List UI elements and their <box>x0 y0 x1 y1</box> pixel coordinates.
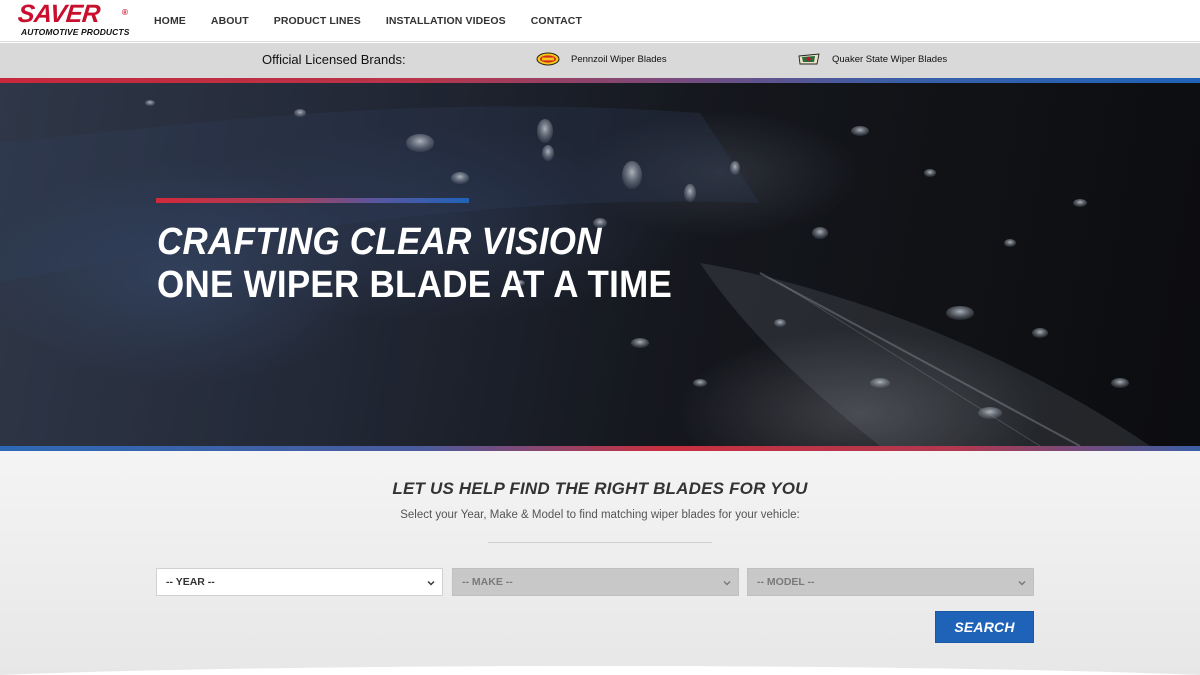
finder-title: LET US HELP FIND THE RIGHT BLADES FOR YO… <box>392 479 808 498</box>
licensed-brands-bar: Official Licensed Brands: Pennzoil Wiper… <box>0 43 1200 78</box>
search-button[interactable]: SEARCH <box>935 611 1034 643</box>
hero-headline-line2: ONE WIPER BLADE AT A TIME <box>157 264 673 306</box>
nav-product-lines[interactable]: PRODUCT LINES <box>274 15 361 27</box>
section-bottom-wave <box>0 666 1200 675</box>
finder-subtitle: Select your Year, Make & Model to find m… <box>400 509 800 521</box>
nav-contact[interactable]: CONTACT <box>531 15 582 27</box>
saver-logo[interactable]: SAVER ® AUTOMOTIVE PRODUCTS <box>16 0 130 39</box>
logo-registered-mark: ® <box>122 8 128 17</box>
chevron-down-icon <box>723 581 731 586</box>
model-select[interactable]: -- MODEL -- <box>747 568 1034 596</box>
brand-name-pennzoil: Pennzoil Wiper Blades <box>571 53 667 65</box>
brand-name-quaker-state: Quaker State Wiper Blades <box>832 53 948 65</box>
model-select-value: -- MODEL -- <box>757 576 815 588</box>
chevron-down-icon <box>427 581 435 586</box>
pennzoil-logo-icon <box>536 52 560 66</box>
blade-finder-section: LET US HELP FIND THE RIGHT BLADES FOR YO… <box>0 451 1200 675</box>
quaker-state-logo-icon <box>798 53 820 65</box>
site-header: SAVER ® AUTOMOTIVE PRODUCTS HOME ABOUT P… <box>0 0 1200 42</box>
licensed-brands-label: Official Licensed Brands: <box>262 52 406 67</box>
nav-about[interactable]: ABOUT <box>211 15 249 27</box>
nav-home[interactable]: HOME <box>154 15 186 27</box>
year-select-value: -- YEAR -- <box>166 576 215 588</box>
logo-tagline: AUTOMOTIVE PRODUCTS <box>21 27 130 37</box>
make-select-value: -- MAKE -- <box>462 576 513 588</box>
brand-link-pennzoil[interactable]: Pennzoil Wiper Blades <box>536 52 667 66</box>
brand-link-quaker-state[interactable]: Quaker State Wiper Blades <box>797 52 947 66</box>
finder-divider <box>488 542 712 543</box>
hero-accent-line <box>156 198 469 203</box>
hero-headline-line1: CRAFTING CLEAR VISION <box>157 221 602 263</box>
year-select[interactable]: -- YEAR -- <box>156 568 443 596</box>
chevron-down-icon <box>1018 581 1026 586</box>
logo-wordmark: SAVER <box>16 0 102 28</box>
main-nav: HOME ABOUT PRODUCT LINES INSTALLATION VI… <box>154 0 607 42</box>
nav-installation-videos[interactable]: INSTALLATION VIDEOS <box>386 15 506 27</box>
hero-banner: CRAFTING CLEAR VISION ONE WIPER BLADE AT… <box>0 83 1200 446</box>
make-select[interactable]: -- MAKE -- <box>452 568 739 596</box>
